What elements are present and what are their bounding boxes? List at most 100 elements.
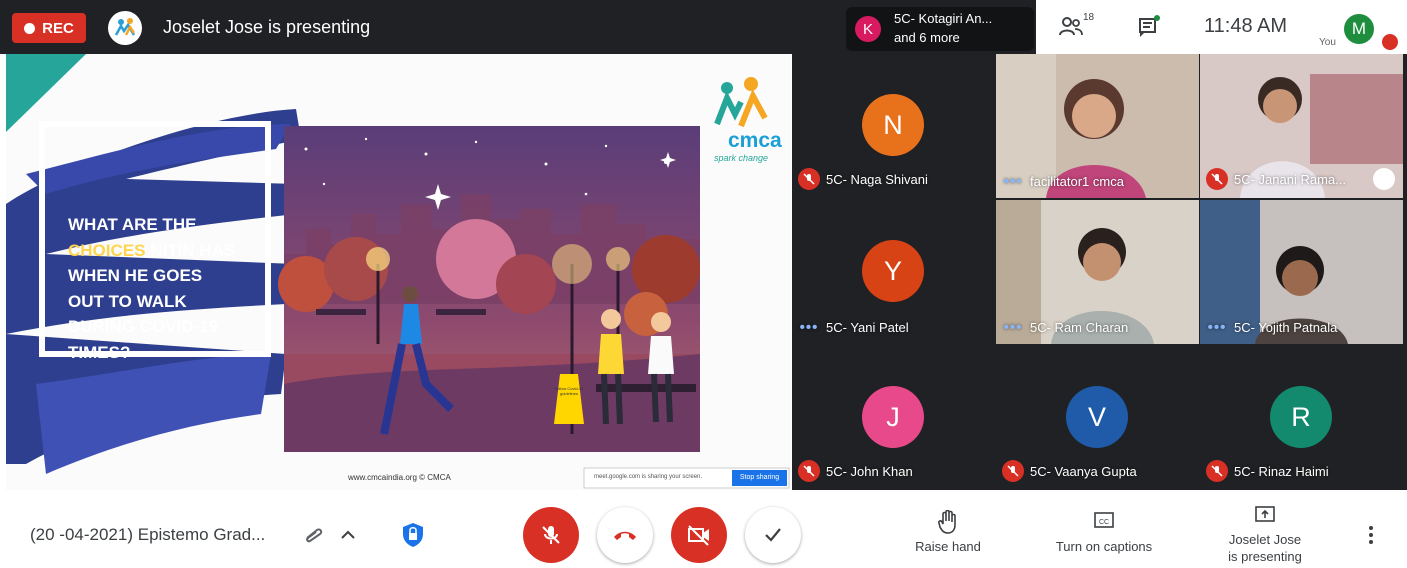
participant-label: 5C- Rinaz Haimi <box>1206 460 1329 482</box>
participant-avatar: V <box>1066 386 1128 448</box>
participant-avatar: J <box>862 386 924 448</box>
presenting-label-2: is presenting <box>1228 549 1302 564</box>
join-notification[interactable]: K 5C- Kotagiri An... and 6 more <box>846 7 1034 51</box>
presenting-title: Joselet Jose is presenting <box>163 17 371 37</box>
people-button[interactable]: 18 <box>1058 12 1094 42</box>
participant-label: 5C- Vaanya Gupta <box>1002 460 1137 482</box>
cmca-logo-icon <box>114 18 136 36</box>
participant-tile[interactable]: V 5C- Vaanya Gupta <box>996 346 1199 490</box>
checkmark-icon <box>765 528 781 542</box>
participant-tile[interactable]: ••• facilitator1 cmca <box>996 54 1199 198</box>
leave-call-button[interactable] <box>597 507 653 563</box>
question-line-2: CHOICES NITIN HAS <box>68 240 236 260</box>
cmca-logo: cmca spark change <box>706 74 786 169</box>
brand-name: cmca <box>728 129 782 152</box>
participant-label: 5C- Naga Shivani <box>798 168 928 190</box>
participant-label: ••• 5C- Yojith Patnala <box>1206 319 1338 336</box>
participant-name: 5C- John Khan <box>826 463 913 479</box>
record-dot-icon <box>24 22 36 34</box>
participant-name: facilitator1 cmca <box>1030 174 1124 189</box>
recording-indicator: REC <box>12 13 86 43</box>
captions-button[interactable]: CC Turn on captions <box>1044 510 1164 554</box>
participant-grid: N 5C- Naga Shivani ••• facilitator1 cmca … <box>792 54 1407 490</box>
meeting-details-button[interactable]: (20 -04-2021) Epistemo Grad... <box>30 525 265 545</box>
presenting-label-1: Joselet Jose <box>1228 532 1302 547</box>
highlight-word: CHOICES <box>68 240 146 260</box>
camera-off-icon <box>688 525 709 546</box>
self-avatar[interactable]: M <box>1344 14 1374 44</box>
question-line-6: TIMES? <box>68 342 131 362</box>
teal-corner-shape <box>6 54 86 132</box>
question-line-4: OUT TO WALK <box>68 291 187 311</box>
participant-name: 5C- Yani Patel <box>826 320 909 335</box>
notification-avatar: K <box>855 16 881 42</box>
present-screen-icon <box>1255 506 1275 522</box>
participant-name: 5C- Rinaz Haimi <box>1234 463 1329 479</box>
participant-name: 5C- Janani Rama... <box>1234 171 1346 187</box>
notification-line1: 5C- Kotagiri An... <box>894 11 993 26</box>
participant-label: ••• facilitator1 cmca <box>1002 173 1124 190</box>
clock: 11:48 AM <box>1204 15 1288 37</box>
checkmark-button[interactable] <box>745 507 801 563</box>
raise-hand-button[interactable]: Raise hand <box>908 509 988 554</box>
participant-tile[interactable]: ••• 5C- Ram Charan <box>996 200 1199 344</box>
speaking-dots-icon: ••• <box>1003 319 1023 336</box>
svg-text:CC: CC <box>1099 519 1109 526</box>
raise-hand-label: Raise hand <box>915 539 981 554</box>
speaking-dots-icon: ••• <box>1207 319 1227 336</box>
pin-icon[interactable] <box>1373 168 1395 190</box>
mic-off-icon <box>798 460 820 482</box>
captions-label: Turn on captions <box>1055 539 1153 554</box>
mic-off-icon <box>542 526 560 544</box>
camera-toggle-button[interactable] <box>671 507 727 563</box>
participant-tile[interactable]: J 5C- John Khan <box>792 346 995 490</box>
participant-name: 5C- Naga Shivani <box>826 171 928 187</box>
participant-name: 5C- Vaanya Gupta <box>1030 463 1137 479</box>
question-line-5: DURING COVID-19 <box>68 317 219 336</box>
participant-name: 5C- Yojith Patnala <box>1234 320 1338 335</box>
participant-label: ••• 5C- Ram Charan <box>1002 319 1129 336</box>
captions-icon: CC <box>1094 512 1114 528</box>
participant-label: 5C- Janani Rama... <box>1206 168 1346 190</box>
participant-avatar: N <box>862 94 924 156</box>
chat-button[interactable] <box>1137 15 1161 44</box>
participant-tile[interactable]: R 5C- Rinaz Haimi <box>1200 346 1403 490</box>
hand-icon <box>938 509 956 534</box>
footer-credit: www.cmcaindia.org © CMCA <box>348 473 451 482</box>
rec-label: REC <box>42 19 74 37</box>
participant-tile[interactable]: ••• 5C- Yojith Patnala <box>1200 200 1403 344</box>
share-notice: meet.google.com is sharing your screen. <box>594 474 703 480</box>
cmca-figures-icon <box>714 77 768 128</box>
participant-tile[interactable]: N 5C- Naga Shivani <box>792 54 995 198</box>
question-line-3: WHEN HE GOES <box>68 266 203 285</box>
participant-avatar: Y <box>862 240 924 302</box>
host-controls-shield-icon[interactable] <box>402 522 424 553</box>
present-now-button[interactable]: Joselet Jose is presenting <box>1212 504 1318 565</box>
brand-tagline: spark change <box>714 153 769 163</box>
self-label: You <box>1319 37 1336 48</box>
participant-tile[interactable]: Y ••• 5C- Yani Patel <box>792 200 995 344</box>
people-icon <box>1059 17 1083 36</box>
stop-sharing-button[interactable]: Stop sharing <box>732 472 787 484</box>
sign-text: Follow Covid-19 guidelines <box>554 386 584 396</box>
mic-off-icon <box>1206 168 1228 190</box>
speaking-dots-icon: ••• <box>799 319 819 336</box>
participant-label: ••• 5C- Yani Patel <box>798 319 909 336</box>
presentation-slide: WHAT ARE THE CHOICES NITIN HAS WHEN HE G… <box>6 54 791 490</box>
participant-label: 5C- John Khan <box>798 460 913 482</box>
participant-tile[interactable]: 5C- Janani Rama... <box>1200 54 1403 198</box>
slide-question: WHAT ARE THE CHOICES NITIN HAS WHEN HE G… <box>68 212 258 365</box>
attachment-icon[interactable] <box>302 526 324 549</box>
people-count: 18 <box>1083 12 1095 23</box>
mic-off-icon <box>1206 460 1228 482</box>
microphone-toggle-button[interactable] <box>523 507 579 563</box>
chevron-up-icon[interactable] <box>340 528 356 547</box>
self-muted-icon <box>1382 34 1398 50</box>
mic-off-icon <box>798 168 820 190</box>
notification-line2: and 6 more <box>894 30 960 45</box>
participant-name: 5C- Ram Charan <box>1030 320 1129 335</box>
speaking-dots-icon: ••• <box>1003 173 1023 190</box>
more-options-icon[interactable] <box>1366 524 1376 551</box>
chat-icon <box>1139 15 1160 37</box>
mic-off-icon <box>1002 460 1024 482</box>
